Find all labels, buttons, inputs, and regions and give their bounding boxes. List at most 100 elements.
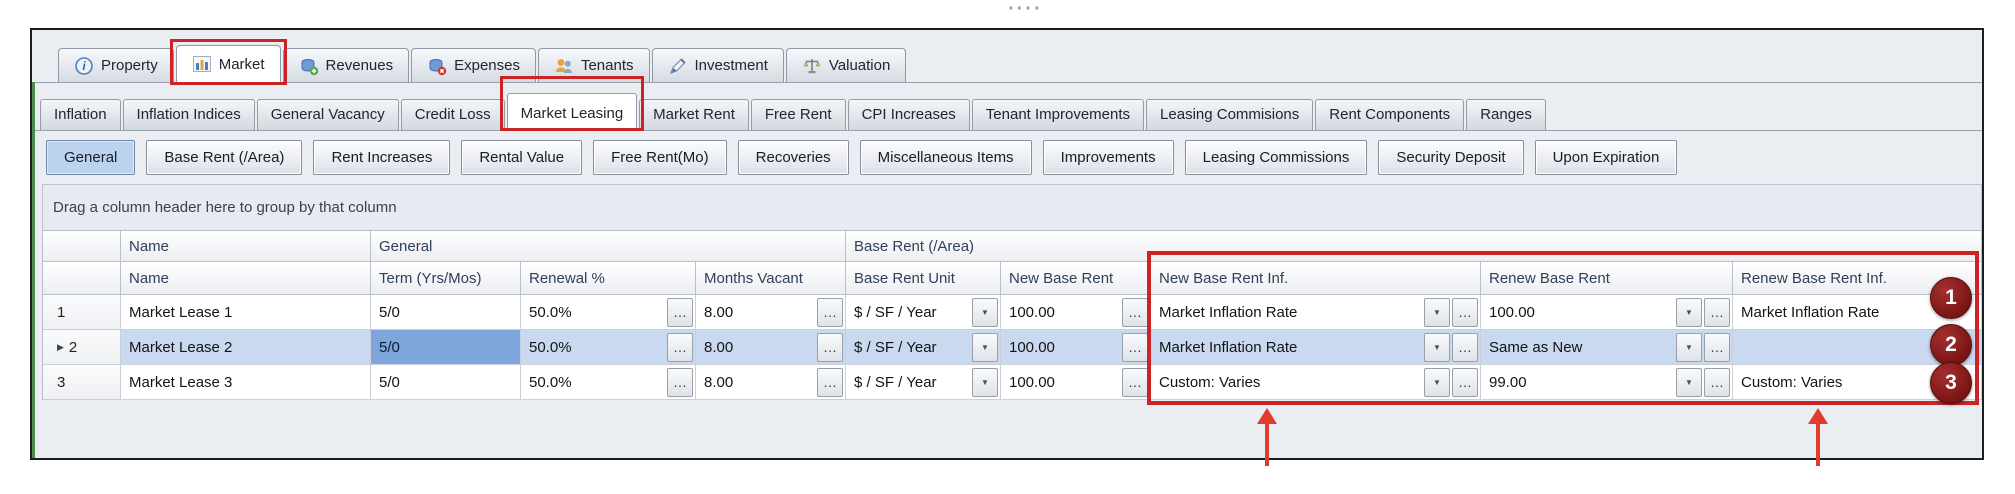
arrow-head: [1256, 408, 1277, 424]
cell-new-base-rent-inf[interactable]: Market Inflation Rate ▼…: [1151, 330, 1481, 365]
tab-investment[interactable]: Investment: [651, 48, 784, 82]
dropdown-button[interactable]: ▼: [1676, 367, 1702, 397]
cell-base-rent-unit[interactable]: $ / SF / Year ▼: [846, 330, 1001, 365]
cell-term[interactable]: 5/0: [371, 295, 521, 330]
cell-new-base-rent-inf[interactable]: Market Inflation Rate ▼…: [1151, 295, 1481, 330]
dropdown-button[interactable]: ▼: [1676, 332, 1702, 362]
tab-property[interactable]: i Property: [58, 48, 174, 82]
ellipsis-button[interactable]: …: [817, 332, 843, 362]
dropdown-button[interactable]: ▼: [1424, 297, 1450, 327]
ellipsis-button[interactable]: …: [1704, 297, 1730, 327]
ellipsis-button[interactable]: …: [1452, 297, 1478, 327]
table-row[interactable]: 1 Market Lease 1 5/0 50.0% … 8.00 … $ / …: [43, 295, 1982, 330]
cell-new-base-rent[interactable]: 100.00 …: [1001, 365, 1151, 400]
window-drag-handle[interactable]: ····: [1008, 0, 1043, 21]
row-number-cell[interactable]: 3: [43, 365, 121, 400]
tab-expenses[interactable]: Expenses: [411, 48, 536, 82]
dropdown-button[interactable]: ▼: [972, 367, 998, 397]
subtab-rent-components[interactable]: Rent Components: [1315, 99, 1465, 130]
cell-renewal[interactable]: 50.0% …: [521, 295, 696, 330]
subtab-free-rent[interactable]: Free Rent: [750, 99, 846, 130]
cell-new-base-rent[interactable]: 100.00 …: [1001, 330, 1151, 365]
ellipsis-button[interactable]: …: [1452, 332, 1478, 362]
tab-label: Revenues: [325, 57, 394, 74]
dropdown-button[interactable]: ▼: [1424, 367, 1450, 397]
section-button-security-deposit[interactable]: Security Deposit: [1378, 140, 1524, 175]
cell-renewal[interactable]: 50.0% …: [521, 330, 696, 365]
ellipsis-button[interactable]: …: [1704, 367, 1730, 397]
table-row[interactable]: ▶ 2 Market Lease 2 5/0 50.0% … 8.00 … $ /…: [43, 330, 1982, 365]
ellipsis-button[interactable]: …: [1122, 297, 1148, 327]
cell-new-base-rent[interactable]: 100.00 …: [1001, 295, 1151, 330]
ellipsis-button[interactable]: …: [667, 332, 693, 362]
section-button-rent-increases[interactable]: Rent Increases: [313, 140, 451, 175]
ellipsis-button[interactable]: …: [1704, 332, 1730, 362]
subtab-inflation[interactable]: Inflation: [40, 99, 121, 130]
band-name[interactable]: Name: [121, 231, 371, 262]
section-button-rental-value[interactable]: Rental Value: [461, 140, 583, 175]
cell-renew-base-rent[interactable]: 99.00 ▼…: [1481, 365, 1733, 400]
subtab-inflation-indices[interactable]: Inflation Indices: [122, 99, 255, 130]
cell-base-rent-unit[interactable]: $ / SF / Year ▼: [846, 365, 1001, 400]
section-button-recoveries[interactable]: Recoveries: [737, 140, 849, 175]
cell-term-focused[interactable]: 5/0: [371, 330, 521, 365]
header-renewal[interactable]: Renewal %: [521, 262, 696, 295]
section-button-improvements[interactable]: Improvements: [1042, 140, 1174, 175]
subtab-credit-loss[interactable]: Credit Loss: [400, 99, 505, 130]
cell-name[interactable]: Market Lease 1: [121, 295, 371, 330]
band-general[interactable]: General: [371, 231, 846, 262]
header-new-base-rent[interactable]: New Base Rent: [1001, 262, 1151, 295]
cell-months-vacant[interactable]: 8.00 …: [696, 330, 846, 365]
cell-base-rent-unit[interactable]: $ / SF / Year ▼: [846, 295, 1001, 330]
ellipsis-button[interactable]: …: [1122, 332, 1148, 362]
ellipsis-button[interactable]: …: [667, 297, 693, 327]
cell-name[interactable]: Market Lease 2: [121, 330, 371, 365]
cell-months-vacant[interactable]: 8.00 …: [696, 365, 846, 400]
header-base-rent-unit[interactable]: Base Rent Unit: [846, 262, 1001, 295]
header-name[interactable]: Name: [121, 262, 371, 295]
cell-months-vacant[interactable]: 8.00 …: [696, 295, 846, 330]
section-button-free-rent-mo[interactable]: Free Rent(Mo): [593, 140, 727, 175]
band-base-rent-area[interactable]: Base Rent (/Area): [846, 231, 1982, 262]
cell-term[interactable]: 5/0: [371, 365, 521, 400]
header-renew-base-rent[interactable]: Renew Base Rent: [1481, 262, 1733, 295]
ellipsis-button[interactable]: …: [1122, 367, 1148, 397]
tab-market[interactable]: Market: [175, 45, 281, 82]
subtab-market-leasing[interactable]: Market Leasing: [506, 93, 638, 130]
section-button-base-rent-area[interactable]: Base Rent (/Area): [146, 140, 303, 175]
cell-renewal[interactable]: 50.0% …: [521, 365, 696, 400]
subtab-leasing-commisions[interactable]: Leasing Commisions: [1146, 99, 1314, 130]
section-button-leasing-commissions[interactable]: Leasing Commissions: [1184, 140, 1368, 175]
ellipsis-button[interactable]: …: [667, 367, 693, 397]
tab-tenants[interactable]: Tenants: [537, 48, 650, 82]
section-button-miscellaneous-items[interactable]: Miscellaneous Items: [859, 140, 1032, 175]
cell-name[interactable]: Market Lease 3: [121, 365, 371, 400]
subtab-ranges[interactable]: Ranges: [1466, 99, 1546, 130]
dropdown-button[interactable]: ▼: [1676, 297, 1702, 327]
dropdown-button[interactable]: ▼: [972, 297, 998, 327]
table-row[interactable]: 3 Market Lease 3 5/0 50.0% … 8.00 … $ / …: [43, 365, 1982, 400]
tab-revenues[interactable]: Revenues: [282, 48, 410, 82]
ellipsis-button[interactable]: …: [817, 297, 843, 327]
ellipsis-button[interactable]: …: [1452, 367, 1478, 397]
header-months-vacant[interactable]: Months Vacant: [696, 262, 846, 295]
subtab-cpi-increases[interactable]: CPI Increases: [847, 99, 970, 130]
cell-renew-base-rent[interactable]: 100.00 ▼…: [1481, 295, 1733, 330]
subtab-market-rent[interactable]: Market Rent: [639, 99, 749, 130]
header-term[interactable]: Term (Yrs/Mos): [371, 262, 521, 295]
tab-valuation[interactable]: Valuation: [785, 48, 907, 82]
row-number-cell[interactable]: 1: [43, 295, 121, 330]
group-by-drop-zone[interactable]: Drag a column header here to group by th…: [42, 184, 1982, 230]
cell-new-base-rent-inf[interactable]: Custom: Varies ▼…: [1151, 365, 1481, 400]
section-button-upon-expiration[interactable]: Upon Expiration: [1534, 140, 1678, 175]
dropdown-button[interactable]: ▼: [1424, 332, 1450, 362]
cell-value: 50.0%: [529, 373, 572, 391]
header-new-base-rent-inf[interactable]: New Base Rent Inf.: [1151, 262, 1481, 295]
section-button-general[interactable]: General: [46, 140, 136, 175]
subtab-general-vacancy[interactable]: General Vacancy: [256, 99, 399, 130]
subtab-tenant-improvements[interactable]: Tenant Improvements: [971, 99, 1145, 130]
dropdown-button[interactable]: ▼: [972, 332, 998, 362]
cell-renew-base-rent[interactable]: Same as New ▼…: [1481, 330, 1733, 365]
ellipsis-button[interactable]: …: [817, 367, 843, 397]
row-number-cell[interactable]: ▶ 2: [43, 330, 121, 365]
